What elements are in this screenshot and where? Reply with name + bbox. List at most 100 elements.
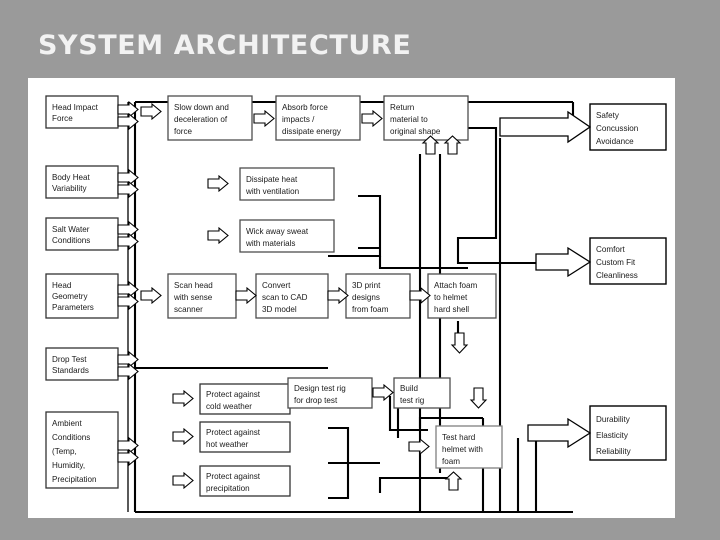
node-label-line: for drop test [294, 396, 338, 405]
node-return-material-shape[interactable]: Return material to original shape [383, 95, 469, 141]
node-absorb-force-impacts[interactable]: Absorb force impacts / dissipate energy [275, 95, 361, 141]
node-label-line: dissipate energy [282, 127, 342, 136]
node-label-line: Protect against [206, 428, 261, 437]
node-label-line: Cleanliness [596, 271, 638, 280]
node-convert-scan-to-cad[interactable]: Convert scan to CAD 3D model [255, 273, 329, 319]
slide-root: SYSTEM ARCHITECTURE Head Impact Force Bo… [0, 0, 720, 540]
node-comfort-custom-fit-cleanliness[interactable]: Comfort Custom Fit Cleanliness [589, 237, 667, 285]
node-label-line: cold weather [206, 402, 252, 411]
node-salt-water-conditions[interactable]: Salt Water Conditions [45, 217, 119, 251]
node-label-line: Body Heat [52, 173, 91, 182]
node-label-line: 3D model [262, 305, 297, 314]
node-scan-head-sense-scanner[interactable]: Scan head with sense scanner [167, 273, 237, 319]
node-label-line: Conditions [52, 433, 90, 442]
node-label-line: force [174, 127, 192, 136]
node-label-line: Convert [262, 281, 291, 290]
arrow-down-icon [451, 332, 468, 354]
node-label-line: Drop Test [52, 355, 87, 364]
node-wick-away-sweat[interactable]: Wick away sweat with materials [239, 219, 335, 253]
node-label-line: original shape [390, 127, 441, 136]
node-label-line: Concussion [596, 124, 638, 133]
node-label-line: material to [390, 115, 428, 124]
node-test-hard-helmet[interactable]: Test hard helmet with foam [435, 425, 503, 469]
node-label-line: Test hard [442, 433, 475, 442]
node-label-line: Scan head [174, 281, 213, 290]
node-label-line: Avoidance [596, 137, 634, 146]
node-label-line: Dissipate heat [246, 175, 298, 184]
node-label-line: Precipitation [52, 475, 97, 484]
node-label-line: Humidity, [52, 461, 85, 470]
node-label-line: Safety [596, 111, 620, 120]
node-safety-concussion-avoidance[interactable]: Safety Concussion Avoidance [589, 103, 667, 151]
node-label-line: from foam [352, 305, 389, 314]
node-design-test-rig[interactable]: Design test rig for drop test [287, 377, 373, 409]
diagram-panel: Head Impact Force Body Heat Variability … [28, 78, 675, 518]
node-protect-hot-weather[interactable]: Protect against hot weather [199, 421, 291, 453]
node-label-line: Durability [596, 415, 631, 424]
node-label-line: Salt Water [52, 225, 90, 234]
node-label-line: Geometry [52, 292, 88, 301]
node-label-line: Standards [52, 366, 89, 375]
node-build-test-rig[interactable]: Build test rig [393, 377, 451, 409]
node-label-line: Protect against [206, 390, 261, 399]
node-label-line: designs [352, 293, 380, 302]
node-label-line: (Temp, [52, 447, 77, 456]
node-label-line: hard shell [434, 305, 469, 314]
node-label-line: precipitation [206, 484, 250, 493]
node-label-line: foam [442, 457, 460, 466]
arrow-right-icon [207, 227, 229, 244]
node-label-line: Parameters [52, 303, 94, 312]
node-label-line: Reliability [596, 447, 632, 456]
node-label-line: Ambient [52, 419, 82, 428]
node-label-line: Comfort [596, 245, 626, 254]
input-nodes: Head Impact Force Body Heat Variability … [45, 95, 119, 489]
durability-merge-arrow [527, 417, 592, 449]
node-dissipate-heat-ventilation[interactable]: Dissipate heat with ventilation [239, 167, 335, 201]
node-label-line: Custom Fit [596, 258, 636, 267]
page-title: SYSTEM ARCHITECTURE [38, 30, 412, 61]
arrow-right-icon [140, 287, 162, 304]
arrow-right-icon [235, 287, 257, 304]
node-label-line: Head [52, 281, 71, 290]
node-head-geometry-parameters[interactable]: Head Geometry Parameters [45, 273, 119, 319]
arrow-right-icon [361, 110, 383, 127]
node-label-line: impacts / [282, 115, 315, 124]
node-protect-precipitation[interactable]: Protect against precipitation [199, 465, 291, 497]
node-3d-print-designs-foam[interactable]: 3D print designs from foam [345, 273, 411, 319]
arrow-up-icon [445, 471, 462, 491]
system-architecture-diagram: Head Impact Force Body Heat Variability … [45, 95, 667, 514]
safety-merge-arrow [499, 110, 592, 144]
node-label-line: Force [52, 114, 73, 123]
node-label-line: Attach foam [434, 281, 477, 290]
node-label-line: helmet with [442, 445, 483, 454]
arrow-right-icon [327, 287, 349, 304]
arrow-right-icon [207, 175, 229, 192]
node-label-line: Variability [52, 184, 87, 193]
node-durability-elasticity-reliability[interactable]: Durability Elasticity Reliability [589, 405, 667, 461]
node-slow-down-deceleration[interactable]: Slow down and deceleration of force [167, 95, 253, 141]
node-label-line: Design test rig [294, 384, 346, 393]
node-ambient-conditions[interactable]: Ambient Conditions (Temp, Humidity, Prec… [45, 411, 119, 489]
node-body-heat-variability[interactable]: Body Heat Variability [45, 165, 119, 199]
node-label-line: scanner [174, 305, 203, 314]
node-label-line: Absorb force [282, 103, 328, 112]
arrow-right-icon [172, 472, 194, 489]
node-label-line: scan to CAD [262, 293, 308, 302]
node-label-line: with materials [245, 239, 295, 248]
node-label-line: Return [390, 103, 414, 112]
node-label-line: Wick away sweat [246, 227, 309, 236]
node-label-line: deceleration of [174, 115, 228, 124]
node-label-line: Head Impact [52, 103, 99, 112]
node-protect-cold-weather[interactable]: Protect against cold weather [199, 383, 291, 415]
node-drop-test-standards[interactable]: Drop Test Standards [45, 347, 119, 381]
node-head-impact-force[interactable]: Head Impact Force [45, 95, 119, 129]
node-label-line: hot weather [206, 440, 249, 449]
node-label-line: Protect against [206, 472, 261, 481]
node-label-line: Conditions [52, 236, 90, 245]
node-label-line: to helmet [434, 293, 468, 302]
arrow-down-icon [470, 387, 487, 409]
node-attach-foam-helmet[interactable]: Attach foam to helmet hard shell [427, 273, 497, 319]
node-label-line: Build [400, 384, 418, 393]
arrow-right-icon [140, 103, 162, 120]
arrow-right-icon [172, 390, 194, 407]
